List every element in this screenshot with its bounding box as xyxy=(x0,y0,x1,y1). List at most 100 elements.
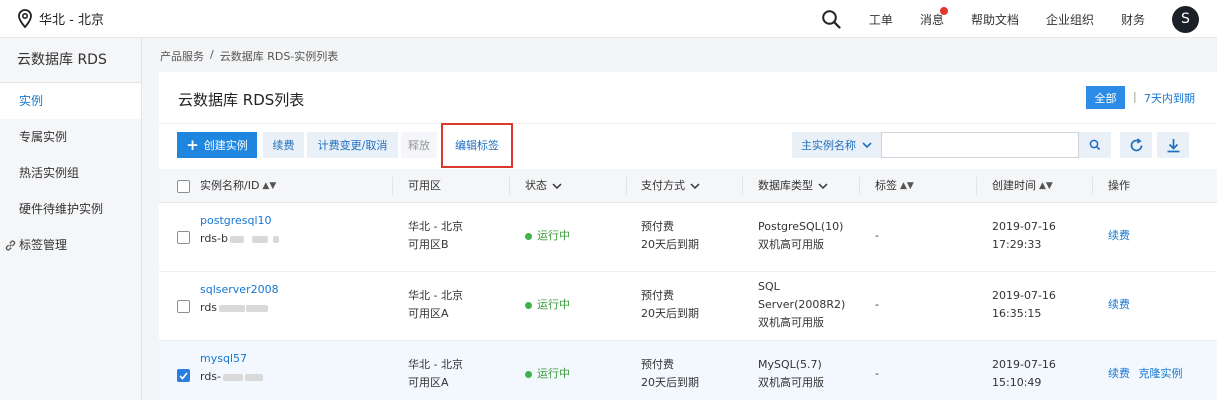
billing-change-button[interactable]: 计费变更/取消 xyxy=(307,132,398,158)
status-dot xyxy=(525,232,532,240)
chevron-down-icon xyxy=(862,141,872,148)
col-divider xyxy=(626,177,627,195)
nav-organization[interactable]: 企业组织 xyxy=(1046,11,1094,28)
sidebar-item-tag-management[interactable]: 标签管理 xyxy=(0,227,141,263)
col-payment-label: 支付方式 xyxy=(641,179,685,192)
status-dot xyxy=(525,301,532,309)
created-date: 2019-07-16 xyxy=(992,220,1056,233)
sidebar-item-hardware-maintenance[interactable]: 硬件待维护实例 xyxy=(0,191,141,227)
created-time: 17:29:33 xyxy=(992,238,1042,251)
clone-instance-link[interactable]: 克隆实例 xyxy=(1139,367,1183,380)
region-label: 华北 - 北京 xyxy=(39,13,104,28)
expiry-text: 20天后到期 xyxy=(641,307,699,320)
nav-tickets[interactable]: 工单 xyxy=(869,11,893,28)
search-icon[interactable] xyxy=(821,9,841,29)
breadcrumb-current: 云数据库 RDS-实例列表 xyxy=(219,50,339,63)
col-payment[interactable]: 支付方式 xyxy=(641,169,700,203)
created-time: 16:35:15 xyxy=(992,307,1042,320)
redacted-mask xyxy=(223,373,244,381)
payment-type: 预付费 xyxy=(641,358,674,371)
filter-all-button[interactable]: 全部 xyxy=(1086,86,1125,109)
sidebar-item-hot-active-group[interactable]: 热活实例组 xyxy=(0,155,141,191)
filter-expiring-7d-link[interactable]: 7天内到期 xyxy=(1144,90,1195,106)
renew-action-link[interactable]: 续费 xyxy=(1108,298,1130,311)
tags-value: - xyxy=(875,367,879,380)
nav-messages-label: 消息 xyxy=(919,12,944,27)
sidebar-item-dedicated[interactable]: 专属实例 xyxy=(0,119,141,155)
release-button[interactable]: 释放 xyxy=(401,132,437,158)
col-name[interactable]: 实例名称/ID ▲▼ xyxy=(200,169,276,203)
db-edition: 双机高可用版 xyxy=(758,316,824,329)
table-row: sqlserver2008 rds 华北 - 北京 可用区A 运行中 预付费 2… xyxy=(159,272,1217,341)
location-pin-icon xyxy=(18,8,32,28)
instance-name-link[interactable]: mysql57 xyxy=(200,350,263,368)
col-status[interactable]: 状态 xyxy=(525,169,562,203)
col-created-label: 创建时间 xyxy=(992,179,1036,192)
renew-button[interactable]: 续费 xyxy=(263,132,304,158)
instance-id: rds-b xyxy=(200,230,279,248)
db-edition: 双机高可用版 xyxy=(758,376,824,389)
refresh-button[interactable] xyxy=(1120,132,1152,158)
created-time: 15:10:49 xyxy=(992,376,1042,389)
col-created[interactable]: 创建时间 ▲▼ xyxy=(992,169,1053,203)
avatar[interactable]: S xyxy=(1172,5,1199,33)
nav-finance[interactable]: 财务 xyxy=(1121,11,1145,28)
redacted-mask xyxy=(230,235,244,243)
col-dbtype[interactable]: 数据库类型 xyxy=(758,169,828,203)
renew-action-link[interactable]: 续费 xyxy=(1108,367,1130,380)
create-instance-label: 创建实例 xyxy=(203,139,248,152)
instance-name-link[interactable]: sqlserver2008 xyxy=(200,281,279,299)
region-selector[interactable]: 华北 - 北京 xyxy=(17,8,104,29)
nav-help-docs[interactable]: 帮助文档 xyxy=(971,11,1019,28)
row-checkbox[interactable] xyxy=(177,300,190,313)
status-text: 运行中 xyxy=(537,298,570,311)
sidebar-item-instances[interactable]: 实例 xyxy=(0,83,141,119)
expiry-text: 20天后到期 xyxy=(641,238,699,251)
zone-region: 华北 - 北京 xyxy=(408,220,463,233)
sidebar-title: 云数据库 RDS xyxy=(0,38,141,83)
tags-value: - xyxy=(875,298,879,311)
link-icon xyxy=(5,240,16,251)
status-badge: 运行中 xyxy=(525,296,570,314)
tags-value: - xyxy=(875,229,879,242)
create-instance-button[interactable]: + 创建实例 xyxy=(177,132,257,158)
status-dot xyxy=(525,370,532,378)
zone-region: 华北 - 北京 xyxy=(408,358,463,371)
breadcrumb-root[interactable]: 产品服务 xyxy=(160,48,204,64)
col-divider xyxy=(742,177,743,195)
row-checkbox[interactable] xyxy=(177,231,190,244)
instance-id-text: rds- xyxy=(200,370,222,383)
col-tags[interactable]: 标签 ▲▼ xyxy=(875,169,914,203)
col-actions: 操作 xyxy=(1108,179,1130,192)
search-field-label: 主实例名称 xyxy=(801,139,856,152)
instance-name-link[interactable]: postgresql10 xyxy=(200,212,279,230)
download-button[interactable] xyxy=(1157,132,1189,158)
table-row: postgresql10 rds-b 华北 - 北京 可用区B 运行中 预付费 … xyxy=(159,203,1217,272)
nav-messages[interactable]: 消息 xyxy=(919,6,948,28)
db-engine-version: Server(2008R2) xyxy=(758,298,846,311)
filter-separator: | xyxy=(1133,90,1137,103)
status-text: 运行中 xyxy=(537,229,570,242)
redacted-mask xyxy=(252,235,268,243)
status-badge: 运行中 xyxy=(525,365,570,383)
expiry-text: 20天后到期 xyxy=(641,376,699,389)
top-bar: 华北 - 北京 工单 消息 帮助文档 企业组织 财务 S xyxy=(0,0,1217,38)
redacted-mask xyxy=(273,235,279,243)
download-icon xyxy=(1167,138,1179,152)
search-input[interactable] xyxy=(881,132,1079,158)
renew-action-link[interactable]: 续费 xyxy=(1108,229,1130,242)
row-checkbox[interactable] xyxy=(177,369,190,382)
zone-name: 可用区A xyxy=(408,307,449,320)
table-row: mysql57 rds- 华北 - 北京 可用区A 运行中 预付费 20天后到期… xyxy=(159,341,1217,400)
notification-dot xyxy=(939,6,948,15)
search-field-dropdown[interactable]: 主实例名称 xyxy=(792,132,881,158)
instance-id-text: rds-b xyxy=(200,232,228,245)
edit-tags-button[interactable]: 编辑标签 xyxy=(444,132,510,158)
select-all-checkbox[interactable] xyxy=(177,179,190,193)
zone-name: 可用区B xyxy=(408,238,449,251)
table-header: 实例名称/ID ▲▼ 可用区 状态 支付方式 数据库类型 标签 ▲▼ 创建时间 ▲▼ … xyxy=(159,169,1217,203)
top-nav: 工单 消息 帮助文档 企业组织 财务 S xyxy=(821,0,1217,38)
db-engine: PostgreSQL(10) xyxy=(758,220,844,233)
search-submit-button[interactable] xyxy=(1079,132,1111,158)
status-badge: 运行中 xyxy=(525,227,570,245)
